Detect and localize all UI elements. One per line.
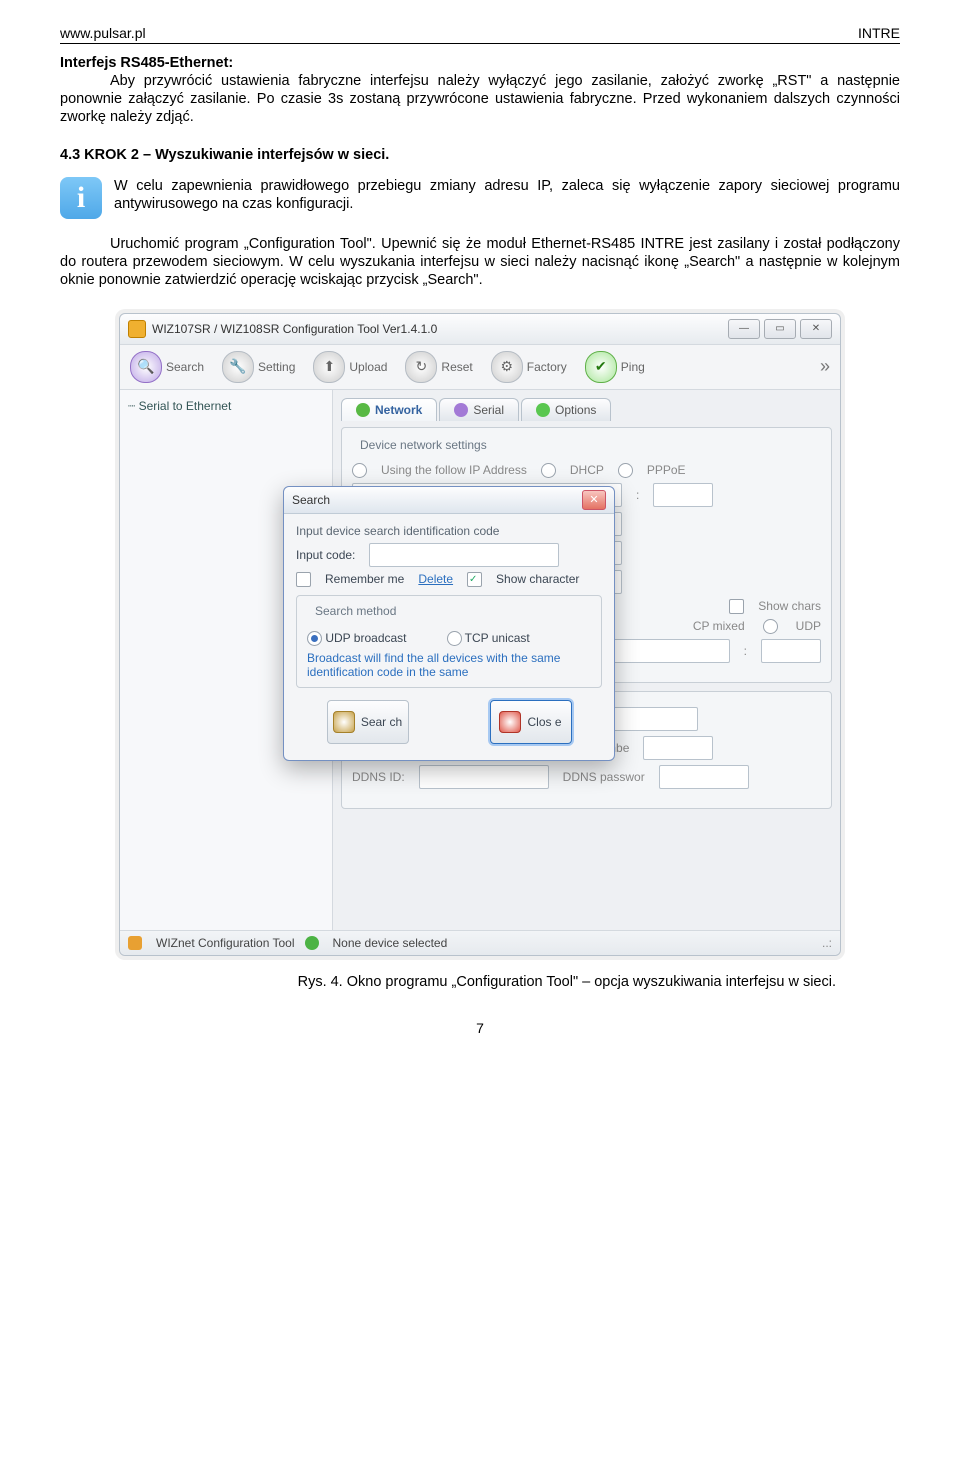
toolbar-search[interactable]: 🔍 Search: [130, 351, 204, 383]
close-window-button[interactable]: ✕: [800, 319, 832, 339]
input-code-field[interactable]: [369, 543, 559, 567]
app-icon: [128, 320, 146, 338]
config-tool-window: WIZ107SR / WIZ108SR Configuration Tool V…: [119, 313, 841, 956]
subheading: Interfejs RS485-Ethernet:: [60, 55, 233, 71]
maximize-button[interactable]: ▭: [764, 319, 796, 339]
input-ddns-id[interactable]: [419, 765, 549, 789]
search-icon: 🔍: [130, 351, 162, 383]
tab-options[interactable]: Options: [521, 398, 611, 421]
body-text-1: Interfejs RS485-Ethernet: Aby przywrócić…: [60, 54, 900, 127]
setting-icon: 🔧: [222, 351, 254, 383]
info-block: i W celu zapewnienia prawidłowego przebi…: [60, 177, 900, 219]
dialog-search-button[interactable]: Sear ch: [327, 700, 409, 744]
reset-icon: ↻: [405, 351, 437, 383]
statusbar: WIZnet Configuration Tool None device se…: [120, 930, 840, 955]
dialog-code-label: Input device search identification code: [296, 524, 602, 538]
paragraph-2: Uruchomić program „Configuration Tool". …: [60, 235, 900, 289]
status-text-left: WIZnet Configuration Tool: [156, 936, 295, 950]
settings-pane: Network Serial Options Device network se…: [333, 390, 840, 930]
radio-ip[interactable]: [352, 463, 367, 478]
info-text: W celu zapewnienia prawidłowego przebieg…: [114, 177, 900, 213]
toolbar-more[interactable]: »: [820, 356, 830, 377]
tree-dots-icon: ┈: [128, 399, 139, 413]
input-remote-port[interactable]: [761, 639, 821, 663]
minimize-button[interactable]: —: [728, 319, 760, 339]
chk-remember[interactable]: [296, 572, 311, 587]
ping-icon: ✔: [585, 351, 617, 383]
page-number: 7: [60, 1020, 900, 1036]
toolbar-upload[interactable]: ⬆ Upload: [313, 351, 387, 383]
search-btn-icon: [333, 711, 355, 733]
figure-caption: Rys. 4. Okno programu „Configuration Too…: [60, 974, 836, 990]
input-ddns-port[interactable]: [643, 736, 713, 760]
dialog-title-text: Search: [292, 493, 330, 507]
chk-showchars[interactable]: [729, 599, 744, 614]
status-text-right: None device selected: [333, 936, 448, 950]
radio-pppoe[interactable]: [618, 463, 633, 478]
window-title: WIZ107SR / WIZ108SR Configuration Tool V…: [152, 322, 437, 336]
toolbar-factory[interactable]: ⚙ Factory: [491, 351, 567, 383]
header-left: www.pulsar.pl: [60, 25, 146, 41]
window-titlebar: WIZ107SR / WIZ108SR Configuration Tool V…: [120, 314, 840, 345]
radio-dhcp[interactable]: [541, 463, 556, 478]
info-icon: i: [60, 177, 102, 219]
check-icon: [356, 403, 370, 417]
tabs-row: Network Serial Options: [341, 398, 832, 421]
page-header: www.pulsar.pl INTRE: [60, 25, 900, 44]
dialog-titlebar: Search ✕: [284, 487, 614, 514]
resize-grip-icon: ..:: [822, 936, 832, 950]
toolbar-setting[interactable]: 🔧 Setting: [222, 351, 295, 383]
broadcast-hint: Broadcast will find the all devices with…: [307, 651, 591, 679]
dialog-close-button-2[interactable]: Clos e: [490, 700, 572, 744]
radio-udp[interactable]: [763, 619, 778, 634]
status-icon-2: [305, 936, 319, 950]
upload-icon: ⬆: [313, 351, 345, 383]
input-port[interactable]: [653, 483, 713, 507]
serial-icon: [454, 403, 468, 417]
chk-show-char[interactable]: [467, 572, 482, 587]
close-btn-icon: [499, 711, 521, 733]
tab-network[interactable]: Network: [341, 398, 437, 421]
toolbar-ping[interactable]: ✔ Ping: [585, 351, 645, 383]
tree-root[interactable]: ┈ Serial to Ethernet: [126, 396, 326, 416]
header-right: INTRE: [858, 25, 900, 41]
section-title: 4.3 KROK 2 – Wyszukiwanie interfejsów w …: [60, 147, 900, 163]
factory-icon: ⚙: [491, 351, 523, 383]
input-code-label: Input code:: [296, 548, 355, 562]
input-ddns-pass[interactable]: [659, 765, 749, 789]
toolbar-reset[interactable]: ↻ Reset: [405, 351, 472, 383]
dialog-close-button[interactable]: ✕: [582, 490, 606, 510]
paragraph-1: Aby przywrócić ustawienia fabryczne inte…: [60, 73, 900, 125]
status-icon-1: [128, 936, 142, 950]
search-dialog: Search ✕ Input device search identificat…: [283, 486, 615, 761]
tab-serial[interactable]: Serial: [439, 398, 519, 421]
delete-link[interactable]: Delete: [418, 572, 453, 586]
options-icon: [536, 403, 550, 417]
radio-tcp-unicast[interactable]: [447, 631, 462, 646]
radio-udp-broadcast[interactable]: [307, 631, 322, 646]
search-method-fieldset: Search method UDP broadcast TCP unicast …: [296, 595, 602, 688]
main-toolbar: 🔍 Search 🔧 Setting ⬆ Upload ↻ Reset ⚙ Fa…: [120, 345, 840, 390]
